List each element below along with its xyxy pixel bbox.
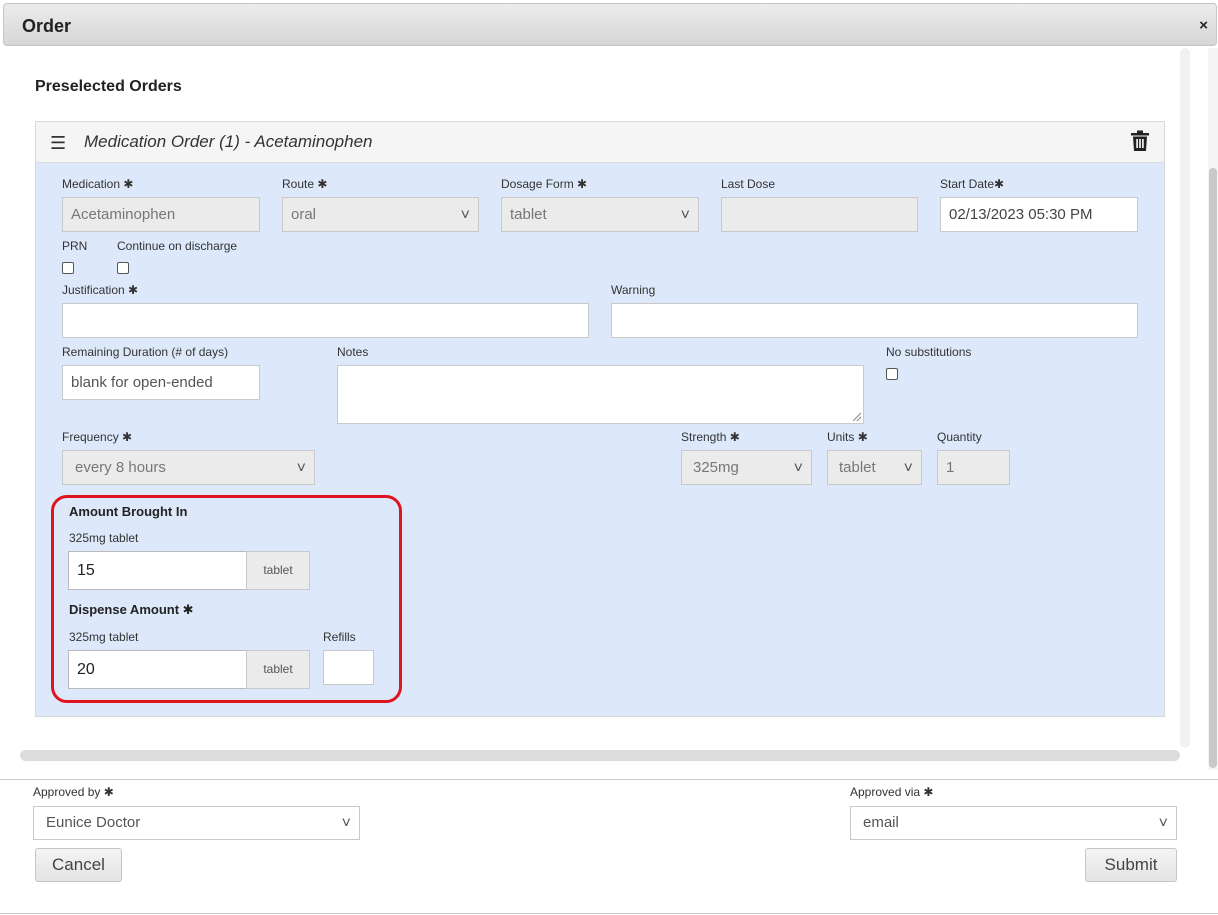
window-title: Order bbox=[22, 16, 72, 36]
warning-input[interactable] bbox=[611, 303, 1138, 338]
hamburger-icon[interactable]: ☰ bbox=[50, 133, 66, 154]
dispense-amount-input[interactable]: 20 bbox=[68, 650, 247, 689]
strength-select[interactable]: 325mg ˅ bbox=[681, 450, 812, 485]
section-title: Preselected Orders bbox=[35, 78, 182, 95]
chevron-down-icon: ˅ bbox=[296, 460, 306, 477]
units-label: Units ✱ bbox=[827, 430, 868, 444]
medication-label: Medication ✱ bbox=[62, 177, 134, 191]
notes-textarea[interactable] bbox=[337, 365, 864, 424]
approved-via-label: Approved via ✱ bbox=[850, 785, 934, 799]
trash-icon[interactable] bbox=[1130, 130, 1150, 157]
notes-label: Notes bbox=[337, 345, 369, 359]
dispense-amount-sublabel: 325mg tablet bbox=[69, 630, 139, 644]
bottom-divider bbox=[0, 913, 1218, 914]
refills-input[interactable] bbox=[323, 650, 374, 685]
last-dose-input[interactable] bbox=[721, 197, 918, 232]
start-date-input[interactable]: 02/13/2023 05:30 PM bbox=[940, 197, 1138, 232]
approved-by-select[interactable]: Eunice Doctor ˅ bbox=[33, 806, 360, 840]
window-titlebar: Order × bbox=[3, 3, 1217, 46]
close-icon[interactable]: × bbox=[1199, 17, 1208, 34]
route-label: Route ✱ bbox=[282, 177, 328, 191]
horizontal-scrollbar[interactable] bbox=[20, 750, 1180, 761]
continue-on-discharge-checkbox[interactable] bbox=[117, 262, 129, 274]
quantity-input[interactable]: 1 bbox=[937, 450, 1010, 485]
dispense-amount-label: Dispense Amount ✱ bbox=[69, 602, 194, 617]
chevron-down-icon: ˅ bbox=[793, 460, 803, 477]
remaining-duration-input[interactable]: blank for open-ended bbox=[62, 365, 260, 400]
warning-label: Warning bbox=[611, 283, 656, 297]
remaining-duration-label: Remaining Duration (# of days) bbox=[62, 345, 229, 359]
dosage-form-label: Dosage Form ✱ bbox=[501, 177, 588, 191]
justification-input[interactable] bbox=[62, 303, 589, 338]
quantity-label: Quantity bbox=[937, 430, 982, 444]
vertical-scrollbar-thumb[interactable] bbox=[1209, 168, 1217, 768]
no-substitutions-checkbox[interactable] bbox=[886, 368, 898, 380]
chevron-down-icon: ˅ bbox=[341, 815, 351, 832]
inner-vertical-scrollbar[interactable] bbox=[1180, 48, 1190, 748]
start-date-label: Start Date✱ bbox=[940, 177, 1005, 191]
approved-via-select[interactable]: email ˅ bbox=[850, 806, 1177, 840]
strength-label: Strength ✱ bbox=[681, 430, 740, 444]
continue-on-discharge-label: Continue on discharge bbox=[117, 239, 238, 253]
refills-label: Refills bbox=[323, 630, 356, 644]
amount-brought-in-label: Amount Brought In bbox=[69, 504, 188, 519]
dispense-amount-unit: tablet bbox=[246, 650, 310, 689]
order-header: ☰ Medication Order (1) - Acetaminophen bbox=[36, 122, 1164, 163]
chevron-down-icon: ˅ bbox=[680, 207, 690, 224]
frequency-label: Frequency ✱ bbox=[62, 430, 133, 444]
resize-handle-icon[interactable] bbox=[853, 413, 861, 421]
approved-by-label: Approved by ✱ bbox=[33, 785, 114, 799]
prn-checkbox[interactable] bbox=[62, 262, 74, 274]
submit-button[interactable]: Submit bbox=[1085, 848, 1177, 882]
order-title: Medication Order (1) - Acetaminophen bbox=[84, 132, 373, 151]
chevron-down-icon: ˅ bbox=[1158, 815, 1168, 832]
footer-divider bbox=[0, 779, 1218, 780]
last-dose-label: Last Dose bbox=[721, 177, 776, 191]
frequency-select[interactable]: every 8 hours ˅ bbox=[62, 450, 315, 485]
amount-brought-in-unit: tablet bbox=[246, 551, 310, 590]
chevron-down-icon: ˅ bbox=[460, 207, 470, 224]
amount-brought-in-sublabel: 325mg tablet bbox=[69, 531, 139, 545]
chevron-down-icon: ˅ bbox=[903, 460, 913, 477]
route-select[interactable]: oral ˅ bbox=[282, 197, 479, 232]
prn-label: PRN bbox=[62, 239, 88, 253]
no-substitutions-label: No substitutions bbox=[886, 345, 972, 359]
dosage-form-select[interactable]: tablet ˅ bbox=[501, 197, 699, 232]
justification-label: Justification ✱ bbox=[62, 283, 139, 297]
medication-input[interactable]: Acetaminophen bbox=[62, 197, 260, 232]
amount-brought-in-input[interactable]: 15 bbox=[68, 551, 247, 590]
cancel-button[interactable]: Cancel bbox=[35, 848, 122, 882]
units-select[interactable]: tablet ˅ bbox=[827, 450, 922, 485]
